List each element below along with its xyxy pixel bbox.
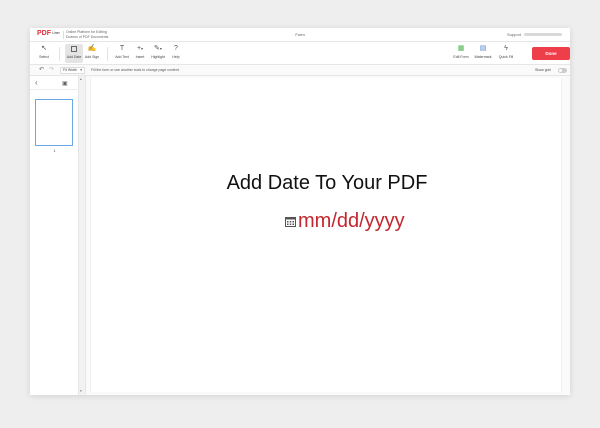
edit-form-tool[interactable]: ▦ Edit Form <box>452 44 470 63</box>
form-icon: ▦ <box>457 45 465 52</box>
add-text-tool[interactable]: T Add Text <box>113 44 131 63</box>
date-placeholder: mm/dd/yyyy <box>298 210 405 232</box>
document-name: Form <box>295 32 305 37</box>
chevron-down-icon: ▾ <box>80 68 82 72</box>
plus-icon: +▾ <box>136 45 144 52</box>
help-tool[interactable]: ? Help <box>167 44 185 63</box>
app-window: PDFLiner Online Platform for Editing Doz… <box>30 28 570 395</box>
top-header: PDFLiner Online Platform for Editing Doz… <box>30 28 570 42</box>
highlighter-icon: ✎▾ <box>154 45 162 52</box>
account-email[interactable] <box>524 33 562 36</box>
watermark-tool[interactable]: ▤ Watermark <box>474 44 492 63</box>
sub-toolbar: ↶ ↷ Fit Width ▾ Fill the form or use ano… <box>30 65 570 76</box>
page-thumbnail[interactable] <box>35 99 73 146</box>
show-grid-label: Show grid <box>535 68 551 72</box>
text-icon: T <box>119 45 125 52</box>
thumbnail-icon[interactable]: ▣ <box>62 80 68 87</box>
page-heading: Add Date To Your PDF <box>226 172 428 194</box>
cursor-icon: ↖ <box>41 45 47 52</box>
select-tool[interactable]: ↖ Select <box>35 44 53 63</box>
add-sign-tool[interactable]: ✍ Add Sign <box>83 44 101 63</box>
show-grid-toggle[interactable] <box>558 68 567 73</box>
scroll-up-icon[interactable]: ▴ <box>80 77 82 81</box>
help-icon: ? <box>174 45 178 52</box>
insert-tool[interactable]: +▾ Insert <box>131 44 149 63</box>
zoom-select[interactable]: Fit Width ▾ <box>60 67 85 74</box>
highlight-tool[interactable]: ✎▾ Highlight <box>149 44 167 63</box>
date-field[interactable]: mm/dd/yyyy <box>285 210 405 234</box>
done-button[interactable]: Done <box>532 47 570 60</box>
calendar-icon <box>65 44 83 54</box>
document-canvas: Add Date To Your PDF mm/dd/yyyy <box>86 76 570 395</box>
pdf-page[interactable]: Add Date To Your PDF mm/dd/yyyy <box>90 78 562 392</box>
hint-text: Fill the form or use another tools to ch… <box>91 68 179 72</box>
scroll-down-icon[interactable]: ▾ <box>80 389 82 393</box>
calendar-icon <box>285 217 296 227</box>
main-toolbar: ↖ Select Add Date ✍ Add Sign T Add Text … <box>30 42 570 65</box>
vertical-scrollbar[interactable]: ▴ ▾ <box>79 76 86 395</box>
redo-icon[interactable]: ↷ <box>49 66 54 73</box>
signature-icon: ✍ <box>87 45 97 52</box>
chevron-left-icon[interactable]: ‹ <box>35 78 38 87</box>
watermark-icon: ▤ <box>479 45 487 52</box>
quick-fill-tool[interactable]: ϟ Quick Fill <box>497 44 515 63</box>
add-date-tool[interactable]: Add Date <box>65 44 83 63</box>
thumbnail-sidebar: ‹ ▣ 1 <box>30 76 79 395</box>
undo-icon[interactable]: ↶ <box>39 66 44 73</box>
lightning-icon: ϟ <box>504 45 508 52</box>
page-number: 1 <box>53 148 56 153</box>
support-link[interactable]: Support <box>507 32 521 37</box>
